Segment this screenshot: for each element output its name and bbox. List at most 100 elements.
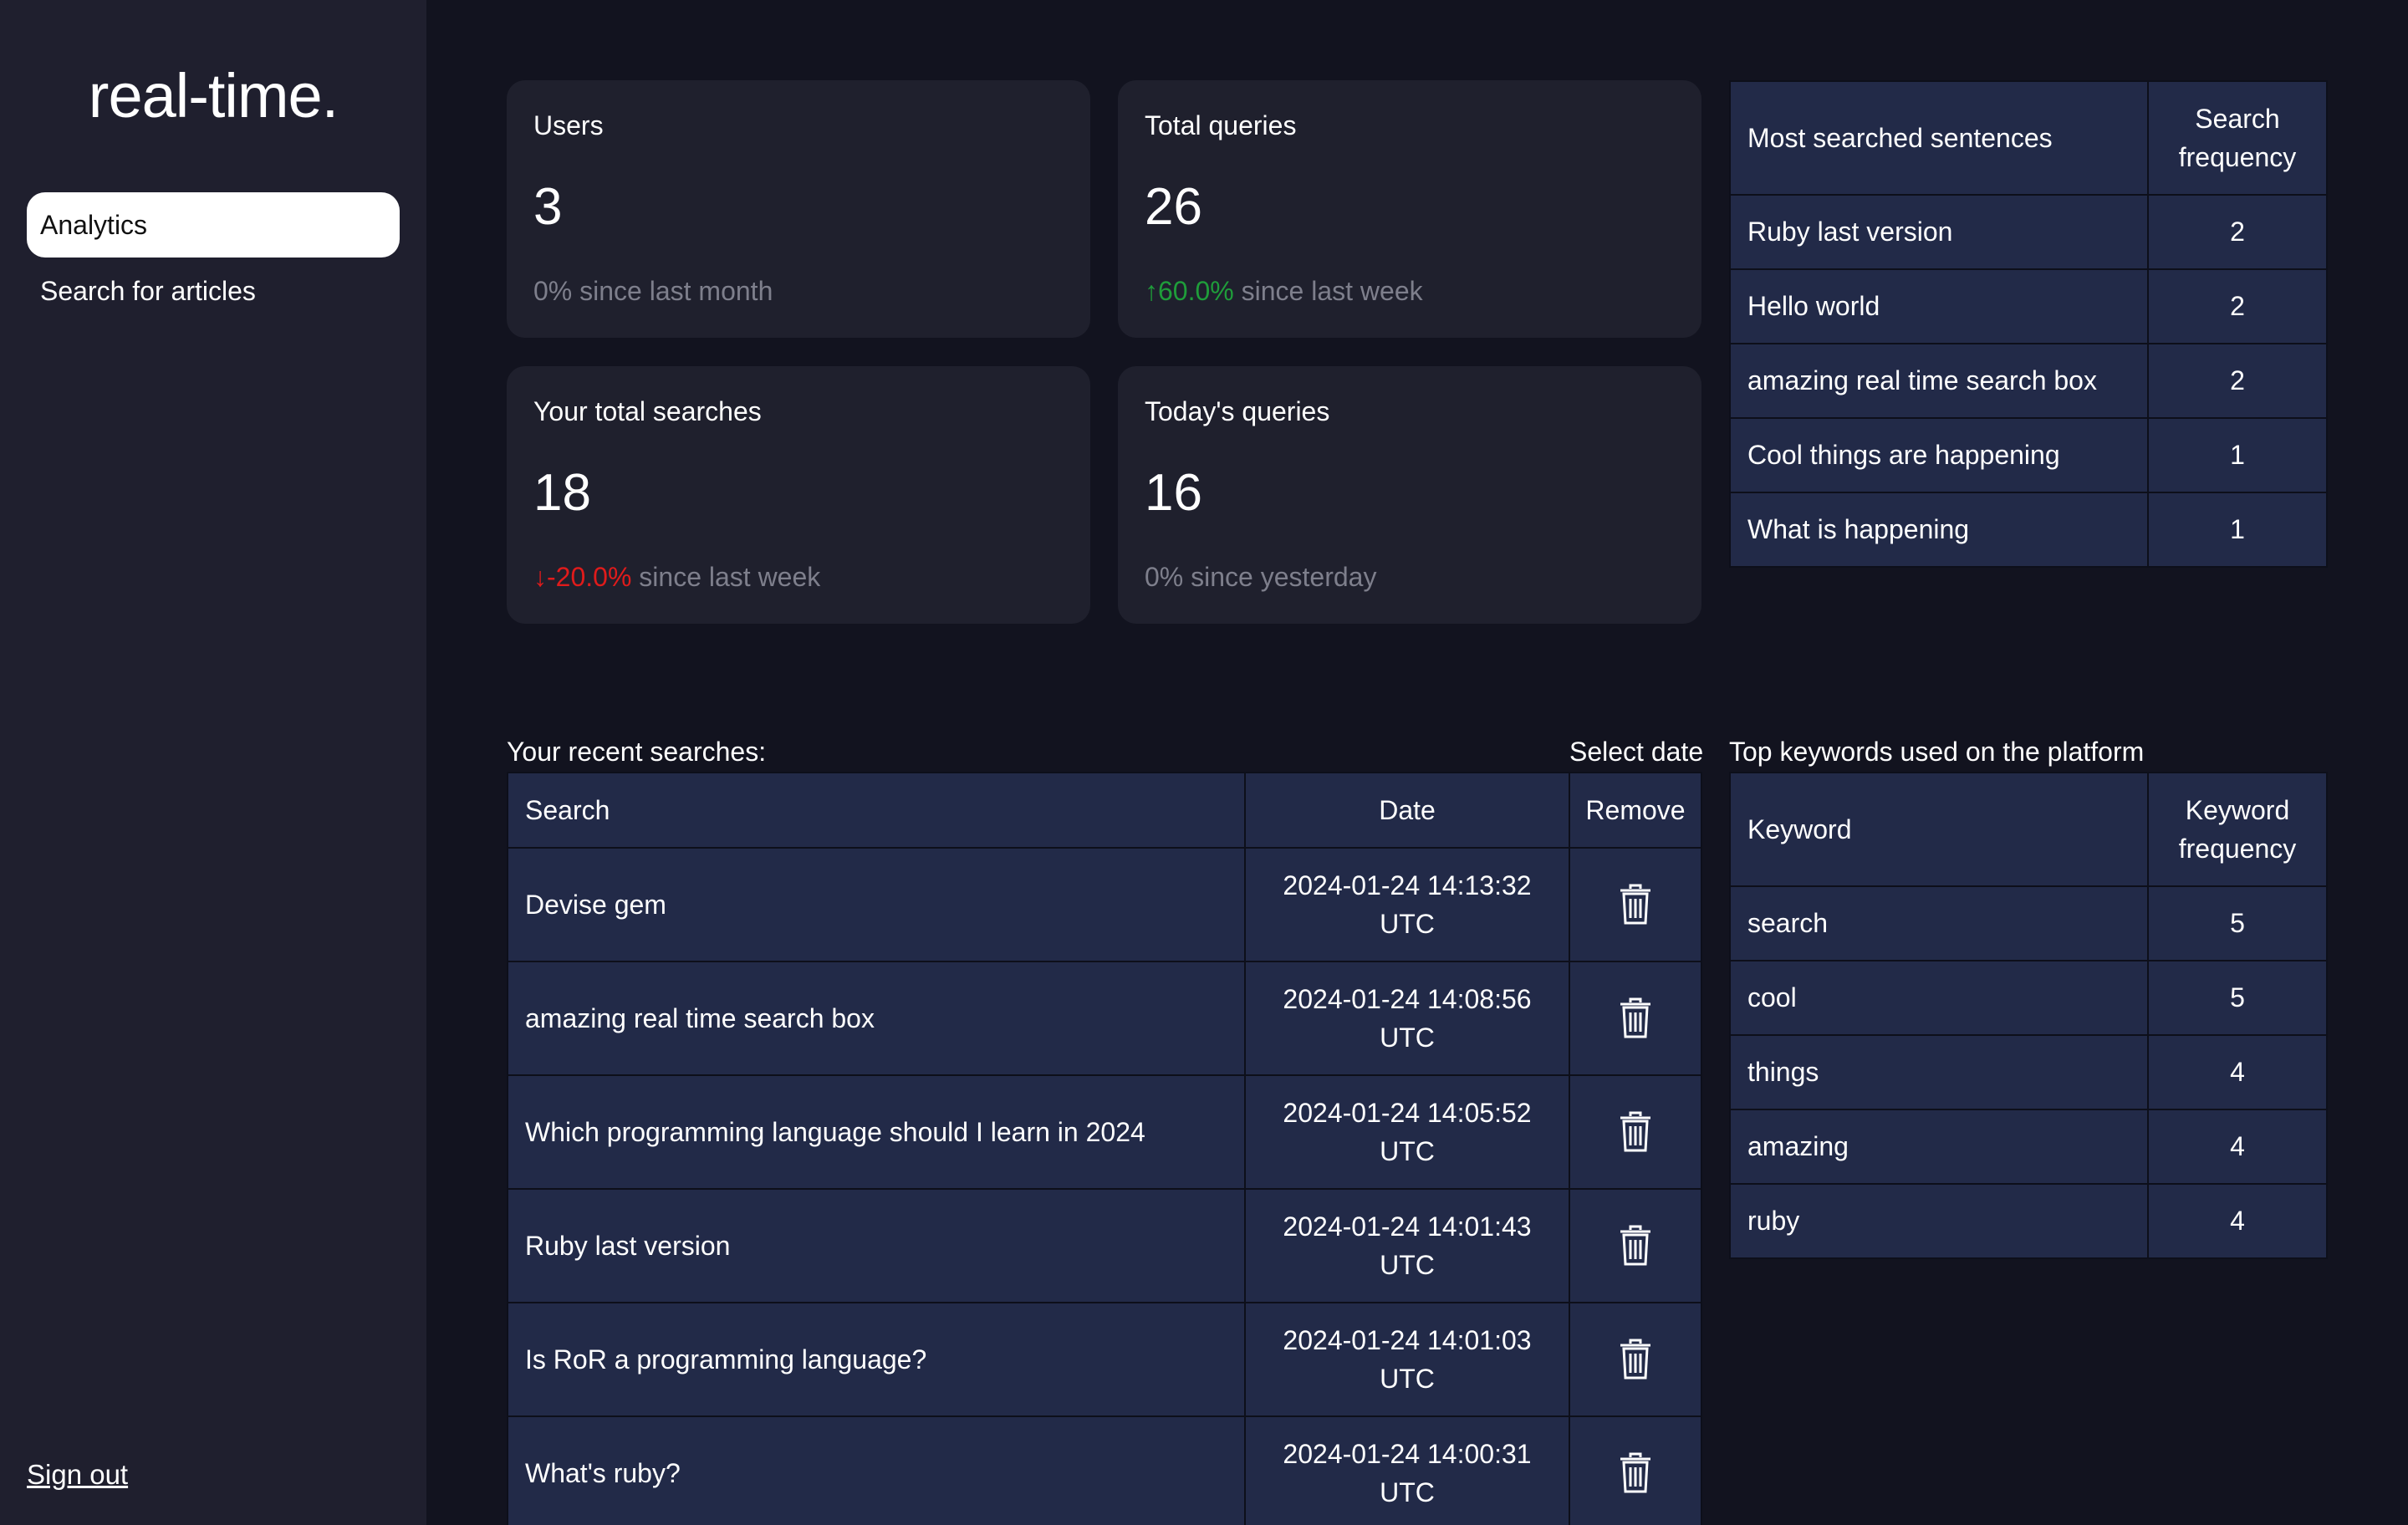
date-cell: 2024-01-24 14:00:31 UTC bbox=[1244, 1415, 1570, 1525]
date-value: 2024-01-24 14:13:32 bbox=[1283, 870, 1532, 900]
table-row: What's ruby? 2024-01-24 14:00:31 UTC bbox=[507, 1415, 1702, 1525]
trash-icon[interactable] bbox=[1619, 884, 1652, 926]
header-sentence: Most searched sentences bbox=[1729, 80, 2149, 196]
trash-icon[interactable] bbox=[1619, 1111, 1652, 1153]
table-row: What is happening 1 bbox=[1729, 492, 2328, 568]
keyword-cell: amazing bbox=[1729, 1109, 2149, 1185]
recent-searches-title: Your recent searches: bbox=[507, 737, 767, 767]
table-row: Which programming language should I lear… bbox=[507, 1074, 1702, 1190]
table-row: Ruby last version 2 bbox=[1729, 194, 2328, 270]
frequency-cell: 4 bbox=[2147, 1183, 2328, 1259]
date-value: 2024-01-24 14:05:52 bbox=[1283, 1098, 1532, 1128]
nav-search-for-articles[interactable]: Search for articles bbox=[27, 258, 400, 324]
card-label: Users bbox=[533, 110, 604, 140]
table-header-row: Most searched sentences Search frequency bbox=[1729, 80, 2328, 196]
sidebar: real-time. Analytics Search for articles… bbox=[0, 0, 426, 1525]
header-freq-line1: Search bbox=[2195, 104, 2280, 134]
date-cell: 2024-01-24 14:08:56 UTC bbox=[1244, 961, 1570, 1076]
header-search: Search bbox=[507, 772, 1246, 849]
table-row: Cool things are happening 1 bbox=[1729, 417, 2328, 493]
sentence-cell: amazing real time search box bbox=[1729, 343, 2149, 419]
timezone: UTC bbox=[1380, 1250, 1435, 1280]
delta-value: ↓-20.0% bbox=[533, 562, 632, 592]
date-value: 2024-01-24 14:00:31 bbox=[1283, 1439, 1532, 1469]
frequency-cell: 2 bbox=[2147, 343, 2328, 419]
total-queries-card: Total queries 26 ↑60.0% since last week bbox=[1118, 80, 1701, 338]
table-header-row: Keyword Keyword frequency bbox=[1729, 772, 2328, 887]
date-cell: 2024-01-24 14:05:52 UTC bbox=[1244, 1074, 1570, 1190]
nav-analytics[interactable]: Analytics bbox=[27, 192, 400, 258]
table-row: Devise gem 2024-01-24 14:13:32 UTC bbox=[507, 847, 1702, 962]
keyword-cell: search bbox=[1729, 885, 2149, 961]
todays-queries-card: Today's queries 16 0% since yesterday bbox=[1118, 366, 1701, 624]
card-value: 18 bbox=[533, 464, 591, 522]
header-keyword-frequency: Keyword frequency bbox=[2147, 772, 2328, 887]
delta-text: since last week bbox=[1233, 276, 1423, 306]
header-remove: Remove bbox=[1569, 772, 1702, 849]
brand-logo: real-time. bbox=[88, 61, 339, 130]
remove-cell bbox=[1569, 847, 1702, 962]
date-cell: 2024-01-24 14:01:43 UTC bbox=[1244, 1188, 1570, 1303]
trash-icon[interactable] bbox=[1619, 1452, 1652, 1494]
card-value: 3 bbox=[533, 178, 563, 236]
header-freq-line1: Keyword bbox=[2185, 795, 2290, 825]
keyword-cell: things bbox=[1729, 1034, 2149, 1110]
remove-cell bbox=[1569, 1415, 1702, 1525]
card-delta: 0% since yesterday bbox=[1145, 562, 1376, 593]
delta-value: 0% bbox=[533, 276, 573, 306]
trash-icon[interactable] bbox=[1619, 1339, 1652, 1380]
frequency-cell: 5 bbox=[2147, 960, 2328, 1036]
frequency-cell: 4 bbox=[2147, 1109, 2328, 1185]
header-keyword: Keyword bbox=[1729, 772, 2149, 887]
keyword-cell: cool bbox=[1729, 960, 2149, 1036]
trash-icon[interactable] bbox=[1619, 1225, 1652, 1267]
card-delta: ↑60.0% since last week bbox=[1145, 276, 1423, 307]
delta-value: ↑60.0% bbox=[1145, 276, 1234, 306]
card-label: Your total searches bbox=[533, 396, 762, 426]
sentence-cell: Cool things are happening bbox=[1729, 417, 2149, 493]
timezone: UTC bbox=[1380, 909, 1435, 939]
header-search-frequency: Search frequency bbox=[2147, 80, 2328, 196]
frequency-cell: 1 bbox=[2147, 492, 2328, 568]
table-row: cool 5 bbox=[1729, 960, 2328, 1036]
delta-text: since yesterday bbox=[1183, 562, 1377, 592]
search-cell: Which programming language should I lear… bbox=[507, 1074, 1246, 1190]
your-total-searches-card: Your total searches 18 ↓-20.0% since las… bbox=[507, 366, 1090, 624]
timezone: UTC bbox=[1380, 1023, 1435, 1053]
remove-cell bbox=[1569, 1188, 1702, 1303]
sentence-cell: Ruby last version bbox=[1729, 194, 2149, 270]
date-value: 2024-01-24 14:01:03 bbox=[1283, 1325, 1532, 1355]
remove-cell bbox=[1569, 961, 1702, 1076]
timezone: UTC bbox=[1380, 1136, 1435, 1166]
header-freq-line2: frequency bbox=[2178, 142, 2297, 172]
date-value: 2024-01-24 14:01:43 bbox=[1283, 1211, 1532, 1242]
frequency-cell: 2 bbox=[2147, 194, 2328, 270]
top-keywords-title: Top keywords used on the platform bbox=[1729, 737, 2145, 767]
search-cell: What's ruby? bbox=[507, 1415, 1246, 1525]
date-cell: 2024-01-24 14:01:03 UTC bbox=[1244, 1302, 1570, 1417]
search-cell: Is RoR a programming language? bbox=[507, 1302, 1246, 1417]
table-row: amazing real time search box 2 bbox=[1729, 343, 2328, 419]
recent-searches-table: Search Date Remove Devise gem 2024-01-24… bbox=[507, 772, 1702, 1525]
table-row: Ruby last version 2024-01-24 14:01:43 UTC bbox=[507, 1188, 1702, 1303]
date-value: 2024-01-24 14:08:56 bbox=[1283, 984, 1532, 1014]
delta-value: 0% bbox=[1145, 562, 1184, 592]
table-row: search 5 bbox=[1729, 885, 2328, 961]
table-row: ruby 4 bbox=[1729, 1183, 2328, 1259]
table-row: Is RoR a programming language? 2024-01-2… bbox=[507, 1302, 1702, 1417]
table-row: amazing 4 bbox=[1729, 1109, 2328, 1185]
search-cell: Devise gem bbox=[507, 847, 1246, 962]
table-header-row: Search Date Remove bbox=[507, 772, 1702, 849]
select-date-button[interactable]: Select date bbox=[1569, 737, 1703, 768]
delta-text: since last month bbox=[572, 276, 773, 306]
frequency-cell: 4 bbox=[2147, 1034, 2328, 1110]
card-label: Total queries bbox=[1145, 110, 1297, 140]
frequency-cell: 5 bbox=[2147, 885, 2328, 961]
frequency-cell: 2 bbox=[2147, 268, 2328, 344]
sign-out-link[interactable]: Sign out bbox=[27, 1459, 128, 1491]
remove-cell bbox=[1569, 1074, 1702, 1190]
table-row: Hello world 2 bbox=[1729, 268, 2328, 344]
timezone: UTC bbox=[1380, 1477, 1435, 1507]
sentence-cell: What is happening bbox=[1729, 492, 2149, 568]
trash-icon[interactable] bbox=[1619, 997, 1652, 1039]
